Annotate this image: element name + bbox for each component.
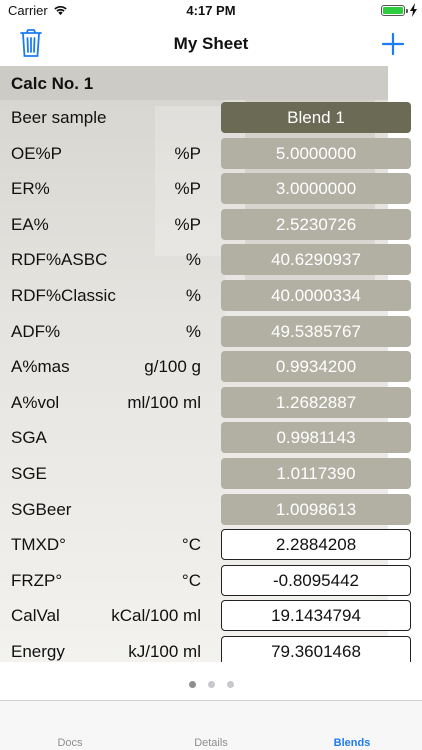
- status-bar: Carrier 4:17 PM: [0, 0, 422, 22]
- calc-row: SGBeer 1.0098613: [0, 492, 422, 528]
- page-dot[interactable]: [207, 681, 215, 688]
- param-unit: kJ/100 ml: [128, 642, 201, 661]
- param-unit: °C: [181, 535, 201, 555]
- param-label: ER%: [11, 179, 50, 199]
- page-dot[interactable]: [226, 681, 234, 688]
- battery-level: [383, 7, 403, 14]
- param-label: EA%: [11, 214, 49, 234]
- computed-value: 3.0000000: [221, 173, 411, 205]
- param-label: A%mas: [11, 357, 70, 377]
- clock: 4:17 PM: [186, 3, 236, 18]
- param-label: RDF%ASBC: [11, 250, 108, 270]
- add-icon[interactable]: [380, 31, 406, 57]
- computed-value: 1.2682887: [221, 386, 411, 418]
- param-label: SGA: [11, 428, 47, 448]
- value-field[interactable]: 19.1434794: [221, 600, 411, 632]
- calc-row: FRZP° °C -0.8095442: [0, 563, 422, 599]
- page-title: My Sheet: [173, 34, 249, 53]
- param-label: Beer sample: [11, 108, 107, 127]
- calc-row: EA% %P 2.5230726: [0, 207, 422, 243]
- param-label: Energy: [11, 642, 65, 661]
- computed-value: 2.5230726: [221, 208, 411, 240]
- param-unit: %P: [174, 214, 201, 234]
- page-indicator[interactable]: [0, 675, 422, 688]
- tab-docs[interactable]: Docs: [0, 737, 140, 749]
- battery-icon: [381, 5, 408, 16]
- param-label: SGE: [11, 464, 47, 483]
- param-label: SGBeer: [11, 499, 72, 519]
- param-unit: g/100 g: [144, 357, 201, 377]
- computed-value: 40.0000334: [221, 280, 411, 311]
- param-label: A%vol: [11, 392, 60, 412]
- sample-selector[interactable]: Blend 1: [221, 102, 411, 133]
- computed-value: 1.0098613: [221, 493, 411, 525]
- param-label: RDF%Classic: [11, 286, 116, 305]
- param-unit: kCal/100 ml: [111, 606, 201, 626]
- value-field[interactable]: 79.3601468: [221, 636, 411, 662]
- tab-details[interactable]: Details: [141, 737, 281, 749]
- page-dot[interactable]: [188, 681, 196, 688]
- param-unit: %: [185, 250, 201, 270]
- param-label: OE%P: [11, 143, 63, 163]
- param-label: FRZP°: [11, 570, 63, 590]
- calc-row: SGE 1.0117390: [0, 456, 422, 492]
- calc-header: Calc No. 1: [0, 66, 388, 100]
- param-label: CalVal: [11, 606, 60, 626]
- value-field[interactable]: -0.8095442: [221, 564, 411, 596]
- calc-row: Energy kJ/100 ml 79.3601468: [0, 634, 422, 662]
- calc-row: SGA 0.9981143: [0, 420, 422, 456]
- computed-value: 0.9981143: [221, 422, 411, 454]
- computed-value: 1.0117390: [221, 458, 411, 489]
- param-unit: %: [185, 286, 201, 305]
- calc-row: A%vol ml/100 ml 1.2682887: [0, 385, 422, 421]
- param-unit: %: [185, 321, 201, 341]
- param-unit: %P: [174, 179, 201, 199]
- computed-value: 40.6290937: [221, 244, 411, 276]
- param-label: ADF%: [11, 321, 61, 341]
- navigation-bar: My Sheet: [0, 22, 422, 66]
- tab-blends[interactable]: Blends: [282, 737, 422, 749]
- calc-row: Beer sample Blend 1: [0, 100, 422, 136]
- calc-row: ADF%% 49.5385767: [0, 314, 422, 350]
- charging-bolt-icon: [410, 3, 417, 17]
- calc-row: ER% %P 3.0000000: [0, 171, 422, 207]
- calc-row: CalVal kCal/100 ml 19.1434794: [0, 598, 422, 634]
- param-unit: ml/100 ml: [127, 392, 201, 412]
- param-unit: °C: [181, 570, 201, 590]
- calc-row: RDF%Classic% 40.0000334: [0, 278, 422, 314]
- value-field[interactable]: 2.2884208: [221, 529, 411, 561]
- computed-value: 5.0000000: [221, 137, 411, 169]
- calc-row: OE%P %P 5.0000000: [0, 136, 422, 172]
- param-label: TMXD°: [11, 535, 66, 555]
- calc-sheet: Calc No. 1 Beer sample Blend 1 OE%P %P 5.000…: [0, 66, 422, 662]
- tab-bar: Docs Details Blends: [0, 700, 422, 750]
- calc-title: Calc No. 1: [11, 74, 94, 93]
- param-unit: %P: [174, 143, 201, 163]
- computed-value: 49.5385767: [221, 315, 411, 347]
- computed-value: 0.9934200: [221, 351, 411, 383]
- calc-row: RDF%ASBC% 40.6290937: [0, 242, 422, 278]
- calc-row: TMXD° °C 2.2884208: [0, 527, 422, 563]
- calc-row: A%mas g/100 g 0.9934200: [0, 349, 422, 385]
